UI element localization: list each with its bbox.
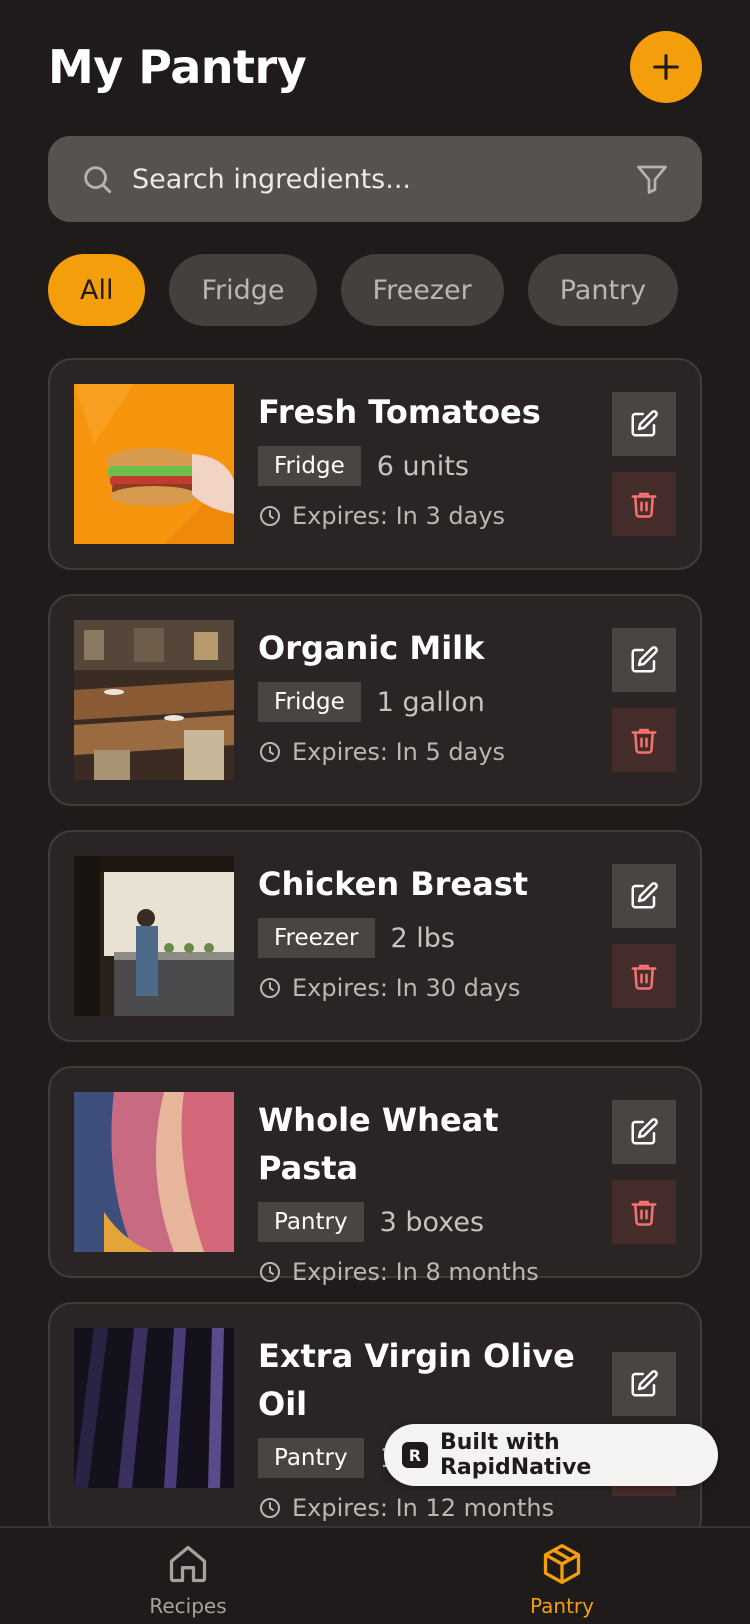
edit-icon: [631, 1118, 658, 1145]
location-tag: Fridge: [258, 682, 361, 722]
item-expiry: Expires: In 12 months: [292, 1494, 555, 1522]
item-quantity: 6 units: [376, 450, 469, 482]
pantry-item-card[interactable]: Organic Milk Fridge 1 gallon Expires: In…: [48, 594, 702, 806]
trash-icon: [631, 1200, 657, 1226]
home-icon: [169, 1545, 207, 1583]
trash-icon: [631, 728, 657, 754]
tab-label: Pantry: [530, 1594, 594, 1618]
edit-button[interactable]: [612, 1352, 676, 1416]
plus-icon: [653, 54, 679, 80]
tab-pantry[interactable]: Pantry: [482, 1542, 642, 1624]
item-image: [74, 1328, 234, 1488]
tab-label: Recipes: [149, 1594, 227, 1618]
delete-button[interactable]: [612, 1180, 676, 1244]
edit-icon: [631, 646, 658, 673]
page-title: My Pantry: [48, 40, 307, 94]
built-with-badge[interactable]: R Built with RapidNative: [384, 1424, 718, 1486]
item-expiry: Expires: In 30 days: [292, 974, 521, 1002]
item-expiry: Expires: In 3 days: [292, 502, 506, 530]
item-name: Extra Virgin Olive Oil: [258, 1337, 575, 1423]
item-expiry: Expires: In 8 months: [292, 1258, 539, 1286]
delete-button[interactable]: [612, 944, 676, 1008]
filter-chips: All Fridge Freezer Pantry: [48, 254, 679, 326]
pantry-list: Fresh Tomatoes Fridge 6 units Expires: I…: [48, 358, 702, 1566]
edit-button[interactable]: [612, 392, 676, 456]
item-image: [74, 384, 234, 544]
item-image: [74, 620, 234, 780]
delete-button[interactable]: [612, 472, 676, 536]
location-tag: Pantry: [258, 1438, 364, 1478]
edit-button[interactable]: [612, 1100, 676, 1164]
search-input[interactable]: Search ingredients...: [132, 164, 634, 195]
clock-icon: [260, 1498, 280, 1518]
item-image: [74, 1092, 234, 1252]
edit-button[interactable]: [612, 628, 676, 692]
item-name: Whole Wheat Pasta: [258, 1101, 499, 1187]
location-tag: Pantry: [258, 1202, 364, 1242]
pantry-item-card[interactable]: Fresh Tomatoes Fridge 6 units Expires: I…: [48, 358, 702, 570]
search-bar[interactable]: Search ingredients...: [48, 136, 702, 222]
header: My Pantry: [48, 31, 702, 103]
trash-icon: [631, 964, 657, 990]
add-item-button[interactable]: [630, 31, 702, 103]
item-name: Chicken Breast: [258, 865, 529, 903]
filter-icon[interactable]: [634, 161, 670, 197]
item-image: [74, 856, 234, 1016]
location-tag: Freezer: [258, 918, 375, 958]
item-info: Organic Milk Fridge 1 gallon Expires: In…: [258, 624, 588, 766]
item-name: Organic Milk: [258, 629, 485, 667]
chip-fridge[interactable]: Fridge: [169, 254, 317, 326]
edit-icon: [631, 882, 658, 909]
edit-button[interactable]: [612, 864, 676, 928]
box-icon: [543, 1544, 581, 1584]
item-expiry: Expires: In 5 days: [292, 738, 506, 766]
pantry-item-card[interactable]: Whole Wheat Pasta Pantry 3 boxes Expires…: [48, 1066, 702, 1286]
item-quantity: 3 boxes: [379, 1206, 485, 1238]
location-tag: Fridge: [258, 446, 361, 486]
chip-pantry[interactable]: Pantry: [527, 254, 679, 326]
tab-recipes[interactable]: Recipes: [108, 1542, 268, 1624]
pantry-item-card[interactable]: Chicken Breast Freezer 2 lbs Expires: In…: [48, 830, 702, 1042]
item-name: Fresh Tomatoes: [258, 393, 541, 431]
delete-button[interactable]: [612, 708, 676, 772]
clock-icon: [260, 506, 280, 526]
clock-icon: [260, 1262, 280, 1282]
trash-icon: [631, 492, 657, 518]
rapidnative-logo-icon: R: [402, 1442, 428, 1468]
chip-freezer[interactable]: Freezer: [340, 254, 504, 326]
clock-icon: [260, 742, 280, 762]
search-icon: [84, 166, 112, 194]
item-info: Whole Wheat Pasta Pantry 3 boxes Expires…: [258, 1096, 588, 1286]
item-info: Fresh Tomatoes Fridge 6 units Expires: I…: [258, 388, 588, 530]
item-info: Chicken Breast Freezer 2 lbs Expires: In…: [258, 860, 588, 1002]
edit-icon: [631, 1370, 658, 1397]
item-quantity: 1 gallon: [376, 686, 485, 718]
bottom-tab-bar: Recipes Pantry: [0, 1526, 750, 1624]
badge-label: Built with RapidNative: [439, 1430, 592, 1480]
clock-icon: [260, 978, 280, 998]
item-quantity: 2 lbs: [390, 922, 455, 954]
chip-all[interactable]: All: [48, 254, 146, 326]
edit-icon: [631, 410, 658, 437]
pantry-item-card[interactable]: Extra Virgin Olive Oil Pantry 1 Expires:…: [48, 1302, 702, 1542]
